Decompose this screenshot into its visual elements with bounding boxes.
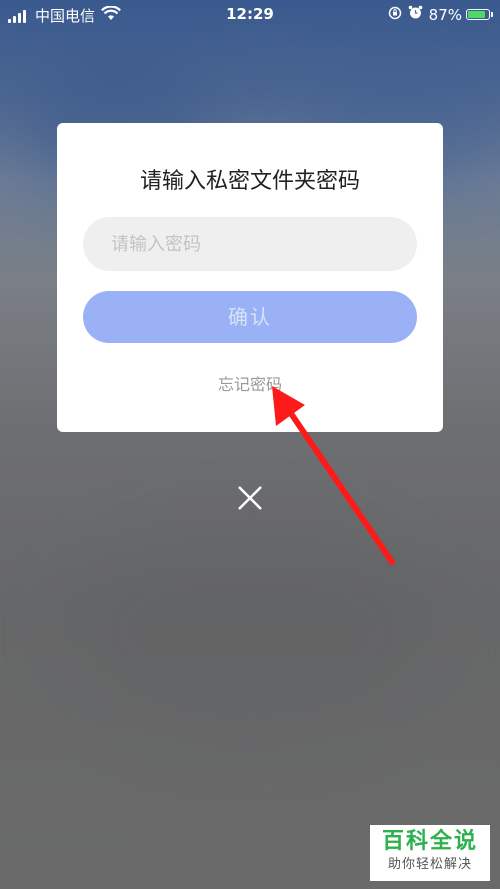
close-button[interactable] bbox=[234, 482, 266, 514]
password-dialog: 请输入私密文件夹密码 确认 忘记密码 bbox=[57, 123, 443, 432]
status-bar: 中国电信 12:29 87% bbox=[0, 0, 500, 30]
battery-icon bbox=[466, 9, 493, 20]
dialog-title: 请输入私密文件夹密码 bbox=[139, 169, 360, 194]
status-right: 87% bbox=[388, 5, 493, 24]
battery-percent: 87% bbox=[428, 5, 462, 24]
alarm-icon bbox=[408, 5, 423, 24]
rotation-lock-icon bbox=[388, 6, 402, 24]
background-blur bbox=[60, 520, 440, 740]
watermark-logo: 百科全说 助你轻松解决 bbox=[370, 825, 490, 881]
confirm-button[interactable]: 确认 bbox=[83, 291, 417, 343]
forgot-password-link[interactable]: 忘记密码 bbox=[57, 371, 443, 395]
watermark-subtitle: 助你轻松解决 bbox=[387, 857, 472, 872]
watermark-title: 百科全说 bbox=[381, 829, 478, 854]
password-input[interactable] bbox=[83, 217, 417, 271]
close-icon bbox=[238, 486, 262, 510]
screen: 中国电信 12:29 87% 请输入私密文件夹密码 确认 忘记密码 百科全说 助… bbox=[0, 0, 500, 889]
